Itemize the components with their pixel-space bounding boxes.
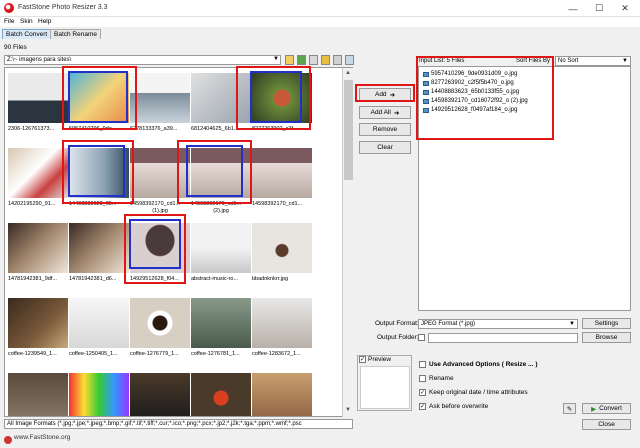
thumbnail-item[interactable]: 14598392170_cd1... (252, 148, 312, 218)
remove-button[interactable]: Remove (359, 123, 411, 136)
tab-strip: Batch Convert Batch Rename (0, 28, 640, 39)
play-icon: ▶ (591, 405, 597, 413)
browse-button[interactable]: Browse (582, 332, 631, 343)
thumbnail-item[interactable]: coffee-1283672_1... (252, 298, 312, 368)
preview-checkbox[interactable]: ✓ (359, 356, 366, 363)
tab-batch-rename[interactable]: Batch Rename (50, 29, 101, 39)
thumbnail-item[interactable]: coffee-1239549_1... (8, 298, 68, 368)
output-format-select[interactable]: JPEG Format (*.jpg) ▼ (418, 319, 578, 329)
image-file-icon (423, 80, 429, 86)
thumbnail-item[interactable]: 14781942381_d6... (69, 223, 129, 293)
keep-date-label[interactable]: Keep original date / time attributes (429, 389, 528, 396)
menu-file[interactable]: File (4, 18, 14, 25)
thumbnail-item[interactable]: 14929512628_f04... (130, 223, 190, 293)
rename-label[interactable]: Rename (429, 375, 454, 382)
rename-checkbox[interactable] (419, 375, 426, 382)
thumbnail-item[interactable]: 6812404625_6b1... (191, 73, 251, 143)
list-item[interactable]: 5957410296_9de0931d09_o.jpg (423, 70, 517, 78)
ask-overwrite-label[interactable]: Ask before overwrite (429, 403, 488, 410)
sort-label: Sort Files By (516, 58, 551, 64)
arrow-right-icon: ➜ (393, 109, 400, 117)
advanced-options-label[interactable]: Use Advanced Options ( Resize ... ) (429, 361, 537, 368)
view-list-icon[interactable] (309, 55, 318, 65)
output-format-label: Output Format: (375, 320, 419, 327)
folder-path-input[interactable]: Z:\~ imagens para sites\ (4, 55, 281, 65)
thumbnail-item[interactable]: coffee-1276779_1... (130, 298, 190, 368)
thumbnail-item[interactable] (130, 373, 190, 416)
file-type-filter[interactable]: All Image Formats (*.jpg;*.jpe;*.jpeg;*.… (4, 419, 353, 429)
thumbnail-item[interactable]: 14408883623_65... (69, 148, 129, 218)
list-item[interactable]: 14408883623_65b0133f55_o.jpg (423, 88, 519, 96)
folder-up-icon[interactable] (321, 55, 330, 65)
image-file-icon (423, 71, 429, 77)
output-folder-checkbox[interactable] (418, 334, 425, 341)
output-folder-input[interactable] (428, 333, 578, 343)
image-file-icon (423, 107, 429, 113)
thumbnail-item[interactable] (252, 373, 312, 416)
thumbnail-item[interactable]: 14781942381_9df... (8, 223, 68, 293)
sort-select[interactable]: No Sort ▼ (555, 56, 631, 66)
close-icon[interactable]: ✕ (612, 0, 638, 17)
refresh-icon[interactable] (297, 55, 306, 65)
thumbnail-view-icon[interactable] (333, 55, 342, 65)
maximize-icon[interactable]: ☐ (586, 0, 612, 17)
input-file-list[interactable]: 5957410296_9de0931d09_o.jpg 8277263902_c… (418, 66, 631, 311)
thumbnail-item[interactable]: 14598392170_cd1... (1).jpg (130, 148, 190, 218)
thumbnail-item[interactable] (69, 373, 129, 416)
menu-skin[interactable]: Skin (20, 18, 33, 25)
clear-button[interactable]: Clear (359, 141, 411, 154)
ask-overwrite-checkbox[interactable]: ✓ (419, 403, 426, 410)
thumbnail-item[interactable]: 14598392170_cd1... (2).jpg (191, 148, 251, 218)
advanced-options-checkbox[interactable] (419, 361, 426, 368)
add-button[interactable]: Add ➜ (359, 88, 411, 101)
list-item[interactable]: 14598392170_cd16072f92_o (2).jpg (423, 97, 528, 105)
scroll-down-icon[interactable]: ▼ (345, 407, 351, 413)
convert-button[interactable]: ▶ Convert (582, 403, 631, 414)
keep-date-checkbox[interactable]: ✓ (419, 389, 426, 396)
file-count: 90 Files (4, 44, 27, 51)
settings-button[interactable]: Settings (582, 318, 631, 329)
thumbnail-item[interactable]: 2306-126761373... (8, 73, 68, 143)
thumbnail-browser: 2306-126761373... 5957410296_9de... 6278… (4, 67, 353, 417)
thumbnail-item[interactable]: 5957410296_9de... (69, 73, 129, 143)
faststone-logo-icon (4, 3, 14, 13)
menu-bar: File Skin Help (0, 17, 640, 27)
title-bar: FastStone Photo Resizer 3.3 — ☐ ✕ (0, 0, 640, 17)
thumbnail-item[interactable]: coffee-1276781_1... (191, 298, 251, 368)
list-item[interactable]: 14929512628_f0497af184_o.jpg (423, 106, 517, 114)
image-file-icon (423, 98, 429, 104)
minimize-icon[interactable]: — (560, 0, 586, 17)
thumbnail-item[interactable]: coffee-1250405_1... (69, 298, 129, 368)
scroll-thumb[interactable] (344, 80, 353, 180)
faststone-status-icon (4, 436, 12, 444)
menu-help[interactable]: Help (38, 18, 51, 25)
app-window: FastStone Photo Resizer 3.3 — ☐ ✕ File S… (0, 0, 640, 448)
thumbnail-item[interactable] (191, 373, 251, 416)
grid-view-icon[interactable] (345, 55, 354, 65)
add-all-button[interactable]: Add All ➜ (359, 106, 411, 119)
list-item[interactable]: 8277263902_c2f5f5b470_o.jpg (423, 79, 514, 87)
status-url[interactable]: www.FastStone.org (14, 434, 70, 441)
folder-icon[interactable] (285, 55, 294, 65)
scroll-up-icon[interactable]: ▲ (345, 70, 351, 76)
batch-list-icon[interactable]: ✎ (563, 403, 576, 414)
thumbnail-item[interactable]: bbadnknkrr.jpg (252, 223, 312, 293)
chevron-down-icon: ▼ (569, 321, 575, 327)
browser-scrollbar[interactable]: ▲ ▼ (342, 68, 353, 417)
image-file-icon (423, 89, 429, 95)
thumbnail-item[interactable]: 6278133376_a39... (130, 73, 190, 143)
thumbnail-item[interactable] (8, 373, 68, 416)
thumbnail-item[interactable]: 8277263902_c2f... (252, 73, 312, 143)
thumbnail-item[interactable]: abstract-music-ro... (191, 223, 251, 293)
preview-label: Preview (368, 356, 392, 363)
chevron-down-icon: ▼ (622, 58, 628, 64)
tab-batch-convert[interactable]: Batch Convert (2, 29, 52, 39)
window-title: FastStone Photo Resizer 3.3 (18, 4, 108, 11)
output-folder-label: Output Folder: (377, 334, 419, 341)
arrow-right-icon: ➜ (389, 91, 396, 99)
preview-image-area (360, 366, 410, 409)
chevron-down-icon[interactable]: ▼ (273, 56, 279, 62)
close-button[interactable]: Close (582, 419, 631, 430)
thumbnail-item[interactable]: 14202195290_91... (8, 148, 68, 218)
